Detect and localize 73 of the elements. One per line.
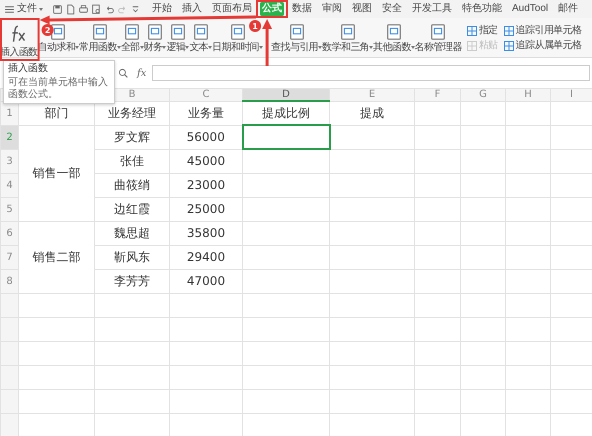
arrow: [262, 19, 272, 66]
document-icon: [123, 23, 142, 41]
ribbon-tab[interactable]: AudTool: [510, 2, 550, 16]
document-icon: [338, 23, 357, 41]
grid-icon: [504, 26, 514, 36]
table-cell: 张佳: [94, 149, 170, 173]
table-cell: 边红霞: [94, 197, 170, 221]
highlight-frame: [256, 0, 288, 18]
ribbon-button[interactable]: 常用函数: [79, 23, 121, 54]
ribbon-tab[interactable]: 开发工具: [410, 2, 454, 16]
table-cell: 曲筱绡: [94, 173, 170, 197]
tooltip-title: 插入函数: [8, 63, 49, 75]
table-cell: 47000: [170, 269, 242, 293]
document-icon: [192, 23, 210, 41]
dropdown-icon[interactable]: [130, 4, 141, 14]
ribbon-tab[interactable]: 页面布局: [210, 2, 254, 16]
ribbon-button[interactable]: 其他函数: [373, 23, 415, 54]
ribbon-button[interactable]: 全部: [120, 23, 144, 54]
undo-icon[interactable]: [104, 4, 115, 14]
table-cell: 罗文辉: [94, 125, 170, 149]
ribbon-button[interactable]: 查找与引用: [271, 23, 322, 54]
print-icon[interactable]: [78, 4, 89, 14]
save-icon[interactable]: [52, 4, 63, 14]
ribbon-tab[interactable]: 审阅: [320, 2, 344, 16]
ribbon-tab[interactable]: 插入: [180, 2, 204, 16]
ribbon-button[interactable]: 财务: [144, 23, 166, 54]
table-cell: 靳风东: [94, 245, 170, 269]
active-cell[interactable]: [242, 125, 330, 149]
ribbon-tab[interactable]: 特色功能: [460, 2, 504, 16]
ribbon-button[interactable]: 追踪从属单元格: [502, 38, 582, 53]
table-cell: 25000: [170, 197, 242, 221]
grid-icon: [466, 40, 477, 50]
preview-icon[interactable]: [91, 4, 102, 14]
document-icon: [429, 23, 448, 41]
ribbon-tab[interactable]: 视图: [350, 2, 374, 16]
document-icon: [228, 23, 247, 41]
ribbon-button[interactable]: 数学和三角: [322, 23, 374, 54]
formula-input[interactable]: [152, 65, 590, 81]
table-cell: 业务量: [170, 101, 242, 125]
table-cell: 23000: [170, 173, 242, 197]
document-icon: [384, 23, 403, 41]
document-icon: [91, 23, 110, 41]
fx-label[interactable]: fx: [137, 66, 146, 80]
ribbon-button[interactable]: 名称管理器: [414, 23, 462, 54]
ribbon-tab[interactable]: 安全: [380, 2, 404, 16]
grid-icon: [504, 40, 514, 50]
document-icon: [288, 23, 306, 41]
ribbon-tab[interactable]: 邮件: [556, 2, 580, 16]
ribbon-tab[interactable]: 开始: [150, 2, 174, 16]
table-cell: 李芳芳: [94, 269, 170, 293]
file-menu[interactable]: 文件: [15, 2, 39, 16]
table-cell: 29400: [170, 245, 242, 269]
document-icon: [49, 23, 68, 41]
ribbon-button[interactable]: 指定: [466, 23, 499, 38]
highlight-frame: [0, 18, 40, 61]
ribbon-tab[interactable]: 数据: [290, 2, 314, 16]
step-marker: 2: [42, 24, 54, 36]
document-icon: [146, 23, 164, 41]
column-header[interactable]: D: [242, 88, 330, 101]
zoom-icon[interactable]: [118, 68, 129, 78]
menu-icon[interactable]: [4, 4, 15, 14]
caret-icon: [39, 8, 43, 10]
table-cell: 提成: [330, 101, 414, 125]
ribbon-button[interactable]: 文本: [189, 23, 212, 54]
ribbon-button[interactable]: 追踪引用单元格: [502, 23, 582, 38]
table-cell: 35800: [170, 221, 242, 245]
table-cell: 魏思超: [94, 221, 170, 245]
ribbon-button[interactable]: 逻辑: [166, 23, 190, 54]
document-icon: [168, 23, 187, 41]
document-icon[interactable]: [65, 4, 76, 14]
table-cell: 45000: [170, 149, 242, 173]
grid-icon: [466, 26, 477, 36]
step-marker: 1: [249, 20, 262, 32]
